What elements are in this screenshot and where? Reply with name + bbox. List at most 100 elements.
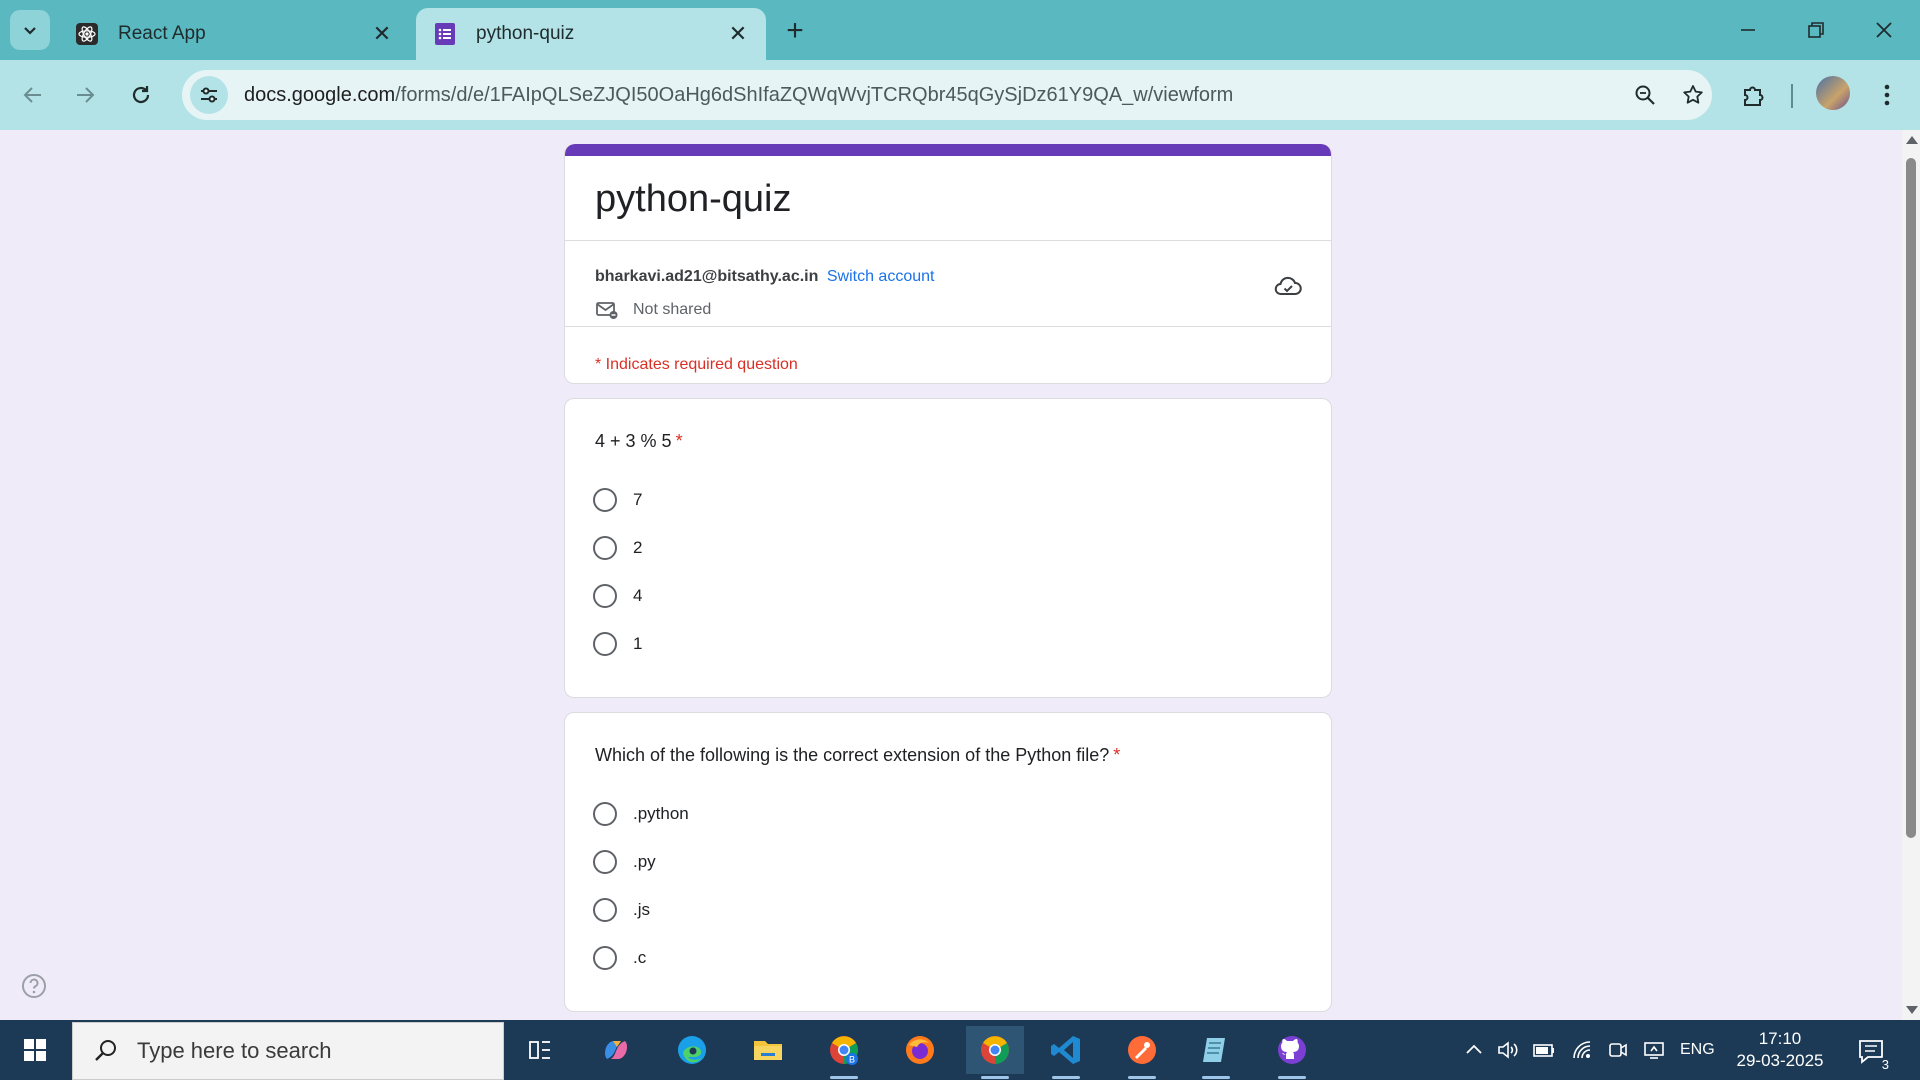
chrome-app[interactable] (966, 1026, 1024, 1079)
vscode-app[interactable] (1042, 1026, 1090, 1079)
windows-logo-icon (24, 1039, 46, 1061)
radio-button[interactable] (593, 632, 617, 656)
page-content: python-quiz bharkavi.ad21@bitsathy.ac.in… (0, 130, 1902, 1020)
option-label: 4 (633, 586, 643, 605)
puzzle-icon (1744, 86, 1764, 106)
switch-account-link[interactable]: Switch account (827, 268, 935, 285)
scroll-up-arrow[interactable] (1906, 136, 1918, 144)
site-info-button[interactable] (190, 76, 228, 114)
scrollbar-thumb[interactable] (1906, 158, 1916, 838)
url-text[interactable]: docs.google.com/forms/d/e/1FAIpQLSeZJQI5… (244, 84, 1233, 107)
required-asterisk: * (675, 431, 683, 451)
tab-python-quiz[interactable]: python-quiz ✕ (416, 8, 766, 60)
page-scrollbar[interactable] (1902, 130, 1920, 1020)
question-text: 4 + 3 % 5 (595, 431, 672, 451)
zoom-button[interactable] (1628, 78, 1662, 112)
close-window-button[interactable] (1862, 8, 1906, 52)
address-bar[interactable]: docs.google.com/forms/d/e/1FAIpQLSeZJQI5… (182, 70, 1712, 120)
firefox-app[interactable] (896, 1026, 944, 1074)
radio-button[interactable] (593, 584, 617, 608)
search-placeholder: Type here to search (137, 1038, 332, 1063)
postman-icon (1128, 1036, 1156, 1064)
restore-button[interactable] (1794, 8, 1838, 52)
chevron-up-icon[interactable] (1462, 1038, 1486, 1062)
notepad-app[interactable] (1192, 1026, 1240, 1079)
radio-button[interactable] (593, 946, 617, 970)
tab-title: python-quiz (476, 23, 575, 44)
chrome-profile-app[interactable]: B (820, 1026, 868, 1079)
radio-option[interactable]: .c (593, 943, 646, 973)
copilot-app[interactable] (592, 1026, 640, 1074)
volume-icon[interactable] (1496, 1038, 1520, 1062)
radio-button[interactable] (593, 850, 617, 874)
scroll-down-arrow[interactable] (1906, 1006, 1918, 1014)
file-explorer-app[interactable] (744, 1026, 792, 1074)
minimize-icon (1741, 29, 1755, 31)
form-accent-bar (565, 144, 1331, 156)
radio-option[interactable]: 4 (593, 581, 642, 611)
radio-button[interactable] (593, 898, 617, 922)
sharing-status: Not shared (595, 298, 711, 322)
browser-menu-button[interactable] (1866, 74, 1908, 116)
tab-search-button[interactable] (10, 10, 50, 50)
option-label: 1 (633, 634, 643, 653)
bookmark-button[interactable] (1676, 78, 1710, 112)
question-title: Which of the following is the correct ex… (595, 745, 1120, 766)
github-desktop-app[interactable] (1268, 1026, 1316, 1079)
meet-now-icon[interactable] (1606, 1038, 1630, 1062)
radio-button[interactable] (593, 536, 617, 560)
radio-option[interactable]: 7 (593, 485, 642, 515)
star-icon (1683, 85, 1703, 104)
extensions-button[interactable] (1732, 74, 1774, 116)
minimize-button[interactable] (1726, 8, 1770, 52)
radio-option[interactable]: 2 (593, 533, 642, 563)
reload-button[interactable] (120, 74, 162, 116)
chrome-icon (981, 1036, 1009, 1064)
chevron-down-icon (24, 27, 36, 35)
more-vert-icon (1884, 84, 1890, 106)
question-card-1: 4 + 3 % 5 * 7 2 4 1 (564, 398, 1332, 698)
battery-icon[interactable] (1532, 1038, 1556, 1062)
option-label: .python (633, 804, 689, 823)
task-view-button[interactable] (516, 1026, 564, 1074)
radio-button[interactable] (593, 488, 617, 512)
file-explorer-icon (754, 1041, 782, 1060)
clock-date: 29-03-2025 (1736, 1051, 1824, 1070)
zoom-icon (1635, 85, 1655, 105)
tab-react-app[interactable]: React App ✕ (58, 8, 410, 60)
edge-icon (678, 1036, 706, 1064)
display-icon[interactable] (1642, 1038, 1666, 1062)
chrome-profile-icon: B (830, 1036, 858, 1065)
edge-app[interactable] (668, 1026, 716, 1074)
copilot-icon (605, 1041, 627, 1059)
new-tab-button[interactable]: + (778, 14, 812, 48)
running-indicator (981, 1076, 1009, 1079)
back-button[interactable] (12, 74, 54, 116)
start-button[interactable] (0, 1020, 70, 1080)
postman-app[interactable] (1118, 1026, 1166, 1079)
radio-option[interactable]: .js (593, 895, 650, 925)
svg-text:B: B (849, 1055, 855, 1065)
close-tab-icon[interactable]: ✕ (726, 21, 750, 46)
form-title: python-quiz (595, 178, 792, 220)
forward-button[interactable] (64, 74, 106, 116)
radio-option[interactable]: 1 (593, 629, 642, 659)
clock[interactable]: 17:10 29-03-2025 (1730, 1028, 1830, 1072)
github-icon (1278, 1036, 1306, 1064)
radio-button[interactable] (593, 802, 617, 826)
close-tab-icon[interactable]: ✕ (370, 21, 394, 46)
wifi-icon[interactable] (1570, 1038, 1594, 1062)
profile-avatar[interactable] (1816, 76, 1850, 110)
form-header-card: python-quiz bharkavi.ad21@bitsathy.ac.in… (564, 144, 1332, 384)
running-indicator (1052, 1076, 1080, 1079)
radio-option[interactable]: .py (593, 847, 656, 877)
restore-icon (1808, 22, 1824, 38)
forward-arrow-icon (77, 87, 95, 103)
help-icon[interactable] (20, 972, 48, 1000)
language-indicator[interactable]: ENG (1680, 1020, 1715, 1080)
taskbar-search[interactable]: Type here to search (72, 1022, 504, 1080)
notification-center-button[interactable]: 3 (1856, 1036, 1892, 1072)
radio-option[interactable]: .python (593, 799, 689, 829)
url-domain: docs.google.com (244, 83, 396, 106)
reload-icon (132, 86, 150, 104)
